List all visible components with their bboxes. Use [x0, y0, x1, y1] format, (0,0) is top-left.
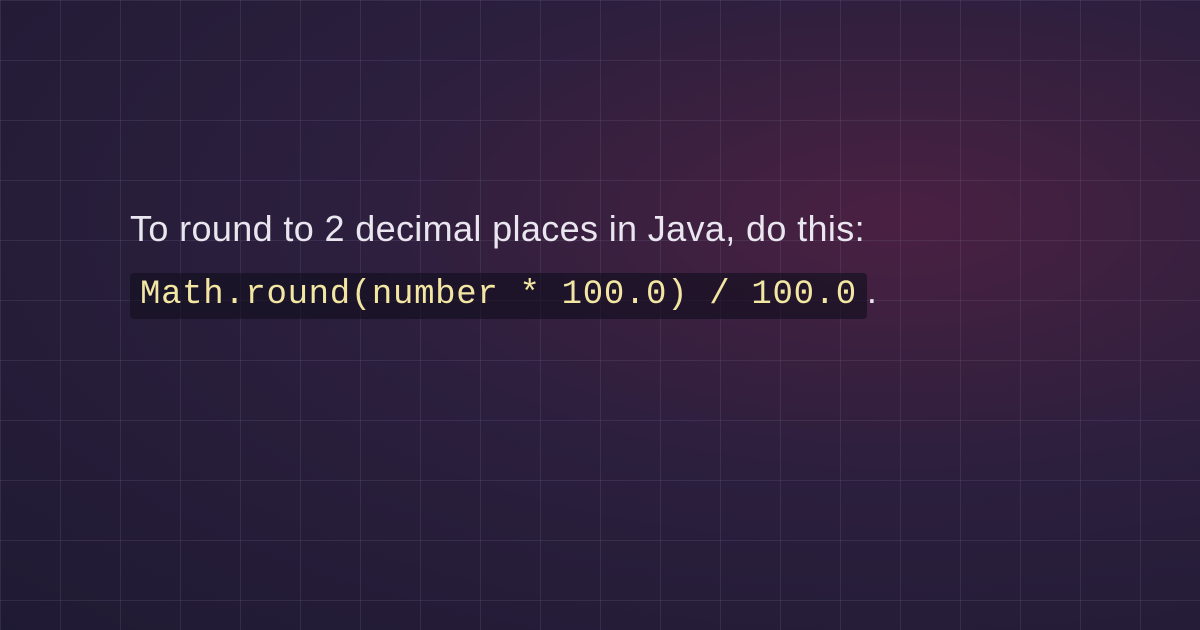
intro-text: To round to 2 decimal places in Java, do… [130, 208, 865, 249]
code-snippet: Math.round(number * 100.0) / 100.0 [130, 273, 867, 319]
main-text-block: To round to 2 decimal places in Java, do… [130, 198, 1070, 324]
trailing-period: . [867, 270, 877, 311]
